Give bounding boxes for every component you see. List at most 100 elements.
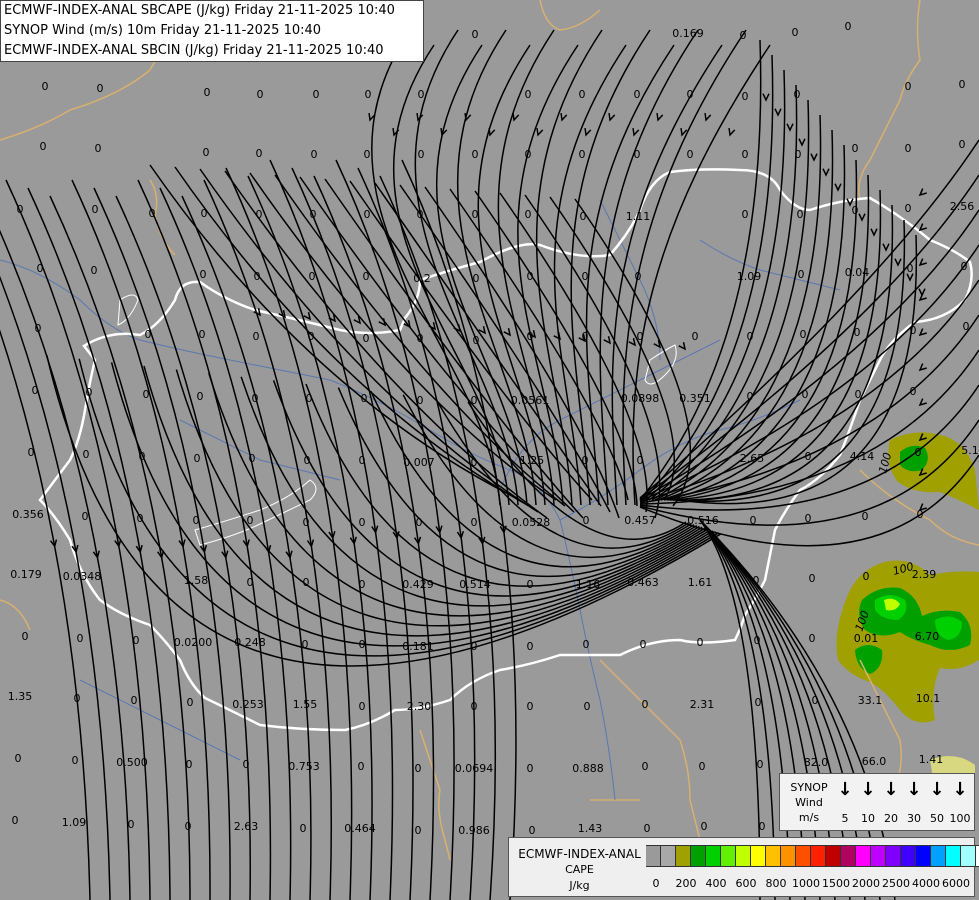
cape-value-label: 2.39 xyxy=(912,568,937,581)
cape-color-swatch xyxy=(811,845,826,867)
cape-value-label: 0.0561 xyxy=(511,394,550,407)
cape-value-label: 0 xyxy=(852,142,859,155)
cape-value-label: 1.41 xyxy=(919,753,944,766)
cape-value-label: 0 xyxy=(792,26,799,39)
cape-value-label: 0 xyxy=(579,148,586,161)
cape-value-label: 0 xyxy=(203,146,210,159)
cape-value-label: 0 xyxy=(637,454,644,467)
cape-value-label: 0 xyxy=(22,630,29,643)
cape-value-label: 0 xyxy=(40,140,47,153)
cape-value-label: 0 xyxy=(359,516,366,529)
arrow-down-icon: ↓ xyxy=(860,779,876,800)
cape-value-label: 0 xyxy=(12,814,19,827)
cape-value-label: 0 xyxy=(306,392,313,405)
cape-value-label: 0 xyxy=(95,142,102,155)
cape-value-label: 0 xyxy=(186,758,193,771)
cape-value-label: 0 xyxy=(961,260,968,273)
cape-value-label: 0 xyxy=(905,142,912,155)
cape-value-label: 0 xyxy=(133,634,140,647)
cape-value-label: 0 xyxy=(472,148,479,161)
cape-value-label: 0 xyxy=(525,208,532,221)
cape-value-label: 0.179 xyxy=(10,568,42,581)
cape-value-label: 0 xyxy=(642,760,649,773)
cape-value-label: 0 xyxy=(247,576,254,589)
wind-arrow-10: ↓ 10 xyxy=(857,779,879,826)
cape-color-swatch xyxy=(781,845,796,867)
cape-color-swatch xyxy=(766,845,781,867)
cape-value-label: 0.986 xyxy=(458,824,490,837)
cape-value-label: 0 xyxy=(302,638,309,651)
cape-value-label: 0 xyxy=(415,824,422,837)
cape-value-label: 0 xyxy=(359,638,366,651)
cape-value-label: 0 xyxy=(358,760,365,773)
cape-value-label: 0 xyxy=(97,82,104,95)
cape-value-label: 0 xyxy=(527,330,534,343)
cape-value-label: 0.351 xyxy=(679,392,711,405)
cape-value-label: 0.248 xyxy=(234,636,266,649)
cape-value-label: 0 xyxy=(742,208,749,221)
cape-value-label: 0 xyxy=(854,326,861,339)
cape-value-label: 0 xyxy=(525,88,532,101)
cape-value-label: 0 xyxy=(471,700,478,713)
cape-legend-label: 400 xyxy=(705,877,727,890)
cape-value-label: 0 xyxy=(131,694,138,707)
cape-legend-label: 800 xyxy=(765,877,787,890)
cape-value-label: 0 xyxy=(17,203,24,216)
cape-value-label: 0 xyxy=(583,514,590,527)
cape-legend-label: 1000 xyxy=(792,877,820,890)
header-synop-wind: SYNOP Wind (m/s) 10m Friday 21-11-2025 1… xyxy=(4,23,322,38)
cape-value-label: 0 xyxy=(845,20,852,33)
cape-value-label: 0 xyxy=(802,388,809,401)
cape-value-label: 0 xyxy=(805,512,812,525)
cape-value-label: 0 xyxy=(750,514,757,527)
cape-value-label: 0 xyxy=(742,90,749,103)
cape-value-label: 0.464 xyxy=(344,822,376,835)
cape-value-label: 0 xyxy=(701,820,708,833)
cape-value-label: 0 xyxy=(759,820,766,833)
cape-value-label: 0 xyxy=(687,88,694,101)
cape-color-swatch xyxy=(841,845,856,867)
cape-value-label: 0 xyxy=(303,576,310,589)
cape-value-label: 0.0348 xyxy=(63,570,102,583)
cape-color-swatch xyxy=(661,845,676,867)
arrow-down-icon: ↓ xyxy=(929,779,945,800)
wind-legend-title: SYNOP Wind m/s xyxy=(790,781,828,824)
cape-value-label: 0.500 xyxy=(116,756,148,769)
cape-value-label: 0.463 xyxy=(627,576,659,589)
cape-value-label: 0 xyxy=(311,148,318,161)
cape-value-label: 0 xyxy=(699,760,706,773)
cape-value-label: 0 xyxy=(527,640,534,653)
cape-value-label: 0 xyxy=(634,88,641,101)
cape-value-label: 0 xyxy=(193,514,200,527)
cape-value-label: 0 xyxy=(637,330,644,343)
cape-value-label: 0 xyxy=(35,322,42,335)
cape-value-label: 0 xyxy=(635,270,642,283)
cape-value-label: 0 xyxy=(795,148,802,161)
cape-color-swatch xyxy=(901,845,916,867)
cape-value-label: 0 xyxy=(185,820,192,833)
cape-value-label: 0 xyxy=(754,634,761,647)
cape-value-label: 0.169 xyxy=(672,27,704,40)
cape-value-label: 0 xyxy=(963,320,970,333)
cape-value-label: 0 xyxy=(852,204,859,217)
cape-value-label: 1.11 xyxy=(626,210,651,223)
wind-arrow-100: ↓ 100 xyxy=(949,779,971,826)
cape-value-label: 0 xyxy=(809,572,816,585)
cape-value-label: 0 xyxy=(363,332,370,345)
cape-value-label: 0 xyxy=(361,392,368,405)
arrow-down-icon: ↓ xyxy=(906,779,922,800)
cape-value-label: 0.253 xyxy=(232,698,264,711)
cape-value-label: 0 xyxy=(417,208,424,221)
cape-value-label: 0 xyxy=(905,80,912,93)
cape-legend: ECMWF-INDEX-ANAL CAPE J/kg 0 200 400 600 800… xyxy=(508,837,979,897)
cape-value-label: 0 xyxy=(529,824,536,837)
cape-value-label: 0 xyxy=(907,262,914,275)
cape-value-label: 0 xyxy=(92,203,99,216)
cape-value-label: 0 xyxy=(740,29,747,42)
cape-value-label: 0 xyxy=(905,202,912,215)
cape-value-label: 0 xyxy=(809,632,816,645)
cape-value-label: 0 xyxy=(359,578,366,591)
cape-value-label: 2.56 xyxy=(950,200,975,213)
cape-legend-label: 200 xyxy=(675,877,697,890)
cape-value-label: 0.0528 xyxy=(512,516,551,529)
